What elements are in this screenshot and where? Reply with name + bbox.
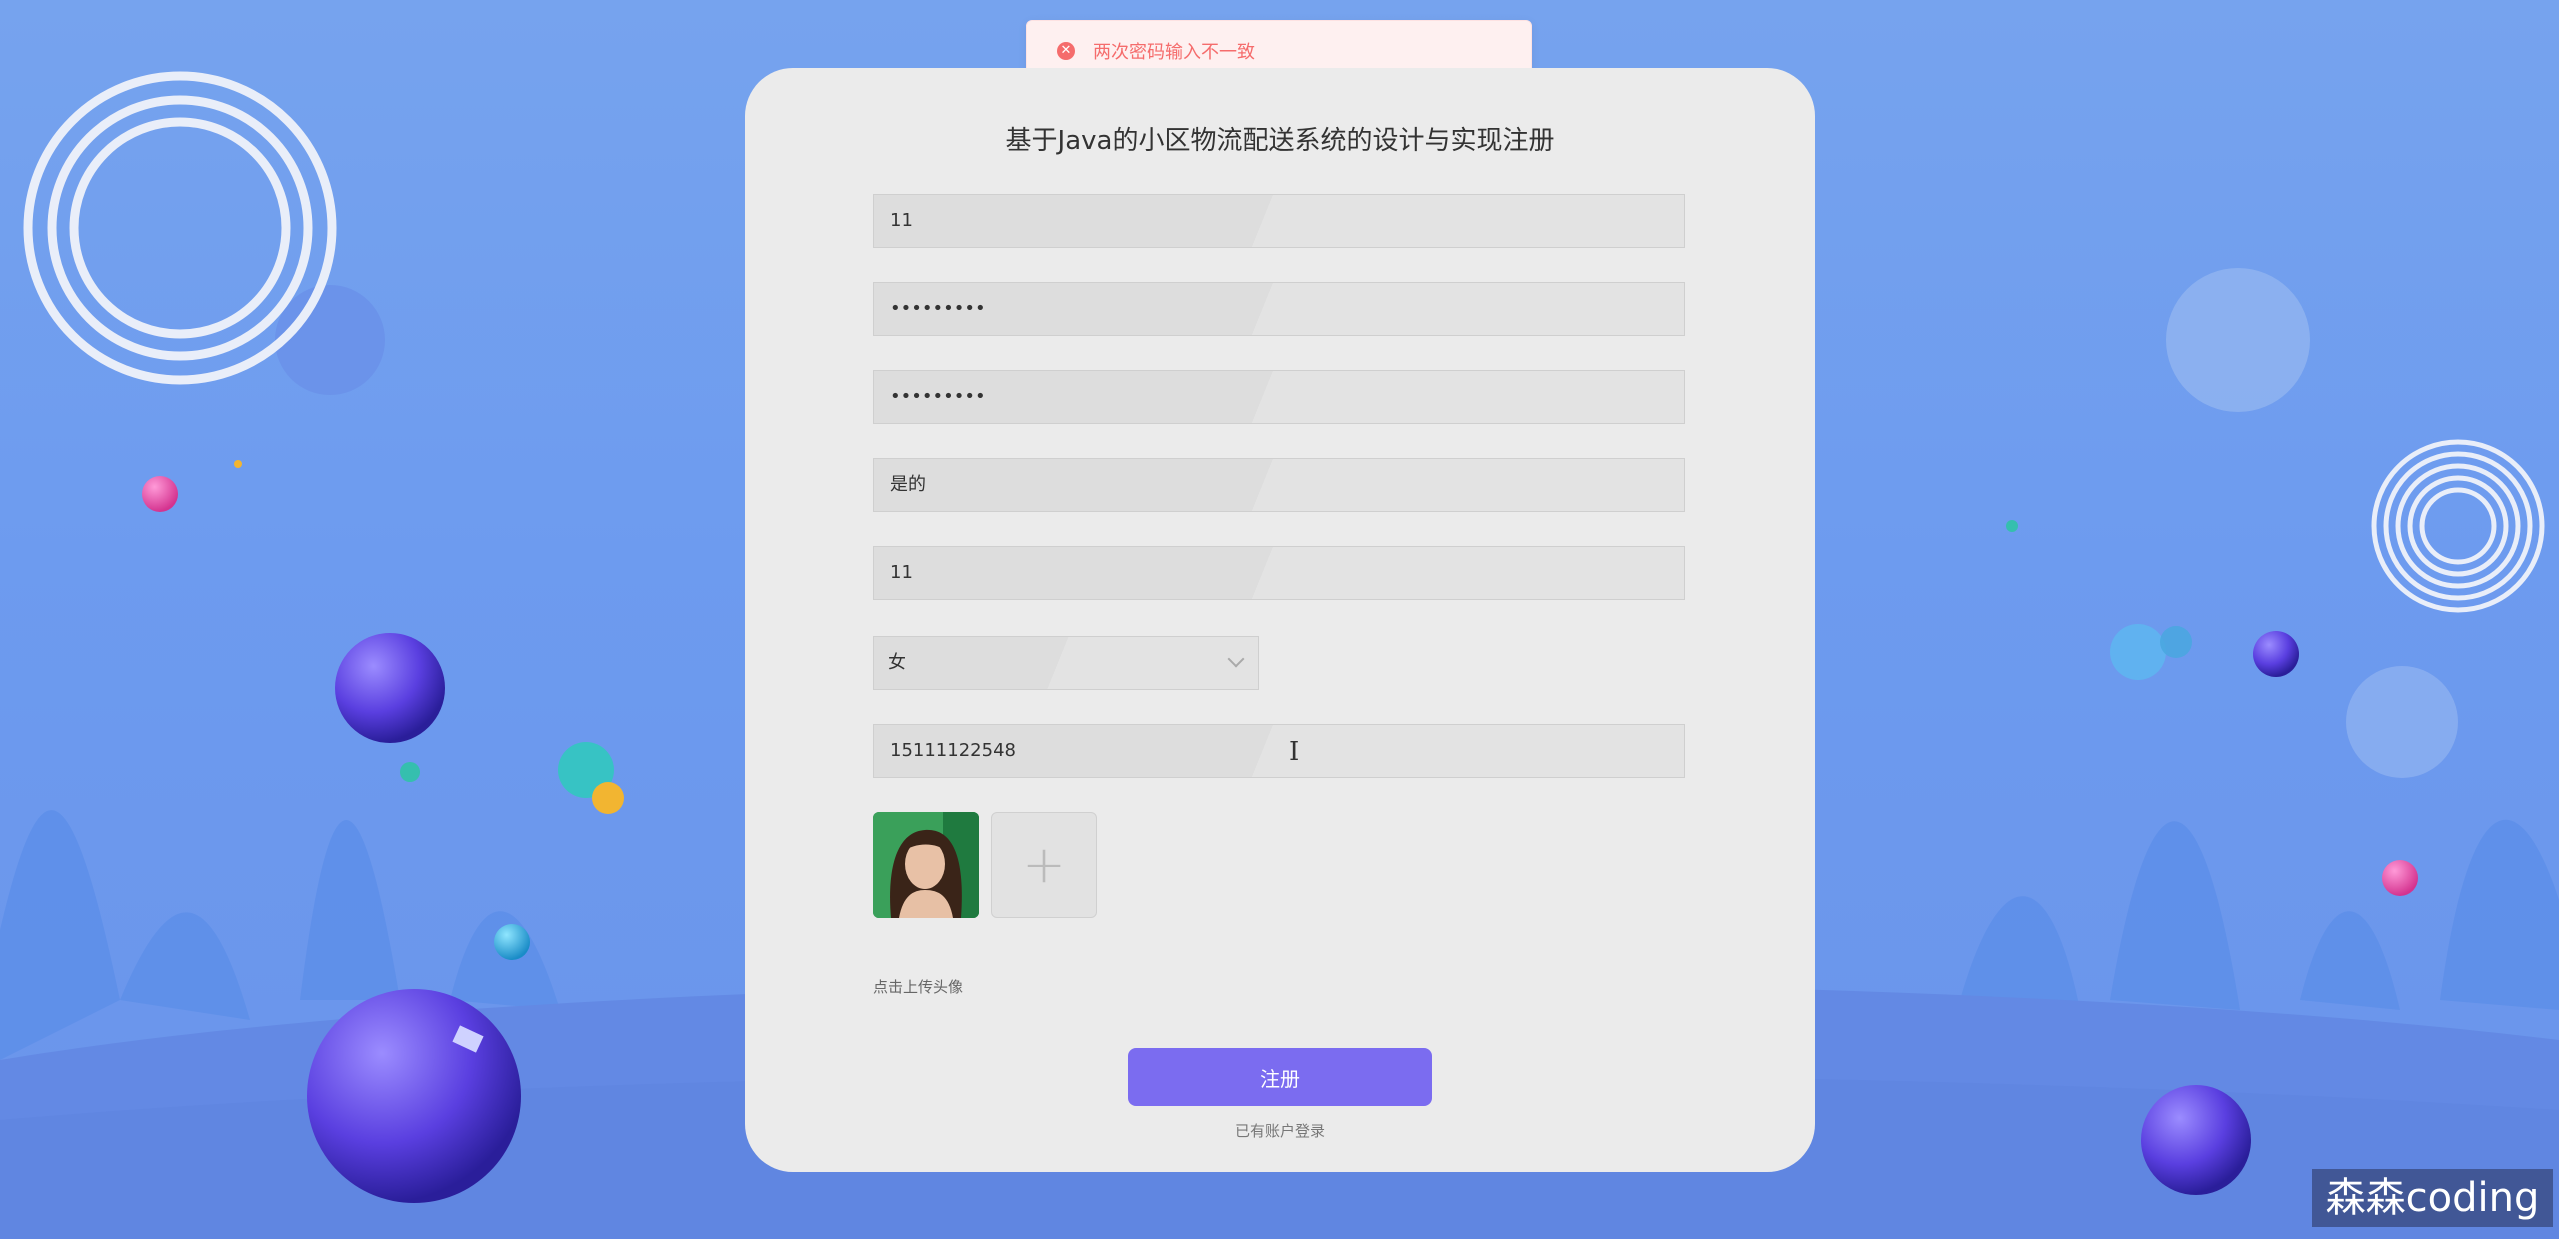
field-5-input[interactable]: 11 <box>873 546 1685 600</box>
password-input[interactable]: ••••••••• <box>873 282 1685 336</box>
register-button[interactable]: 注册 <box>1128 1048 1432 1106</box>
plus-icon: + <box>1022 835 1066 895</box>
upload-hint: 点击上传头像 <box>873 978 964 996</box>
error-circle-icon: ✕ <box>1057 42 1075 60</box>
account-value: 11 <box>890 210 913 231</box>
chevron-down-icon <box>1227 650 1245 668</box>
confirm-password-value: ••••••••• <box>890 386 986 407</box>
name-value: 是的 <box>890 474 926 495</box>
watermark: 森森coding <box>2312 1169 2553 1227</box>
avatar-preview[interactable] <box>873 812 979 918</box>
password-value: ••••••••• <box>890 298 986 319</box>
page-title: 基于Java的小区物流配送系统的设计与实现注册 <box>1005 126 1555 156</box>
phone-input[interactable]: 15111122548 I <box>873 724 1685 778</box>
account-input[interactable]: 11 <box>873 194 1685 248</box>
phone-value: 15111122548 <box>890 740 1016 761</box>
gender-select[interactable]: 女 <box>873 636 1259 690</box>
toast-message: 两次密码输入不一致 <box>1093 42 1255 63</box>
text-cursor-icon: I <box>1289 737 1300 767</box>
confirm-password-input[interactable]: ••••••••• <box>873 370 1685 424</box>
avatar-upload-button[interactable]: + <box>991 812 1097 918</box>
gender-selected: 女 <box>888 652 906 673</box>
field-5-value: 11 <box>890 562 913 583</box>
name-input[interactable]: 是的 <box>873 458 1685 512</box>
register-card: 基于Java的小区物流配送系统的设计与实现注册 11 ••••••••• •••… <box>745 68 1815 1172</box>
login-link[interactable]: 已有账户登录 <box>745 1120 1815 1141</box>
avatar-image <box>873 812 979 918</box>
